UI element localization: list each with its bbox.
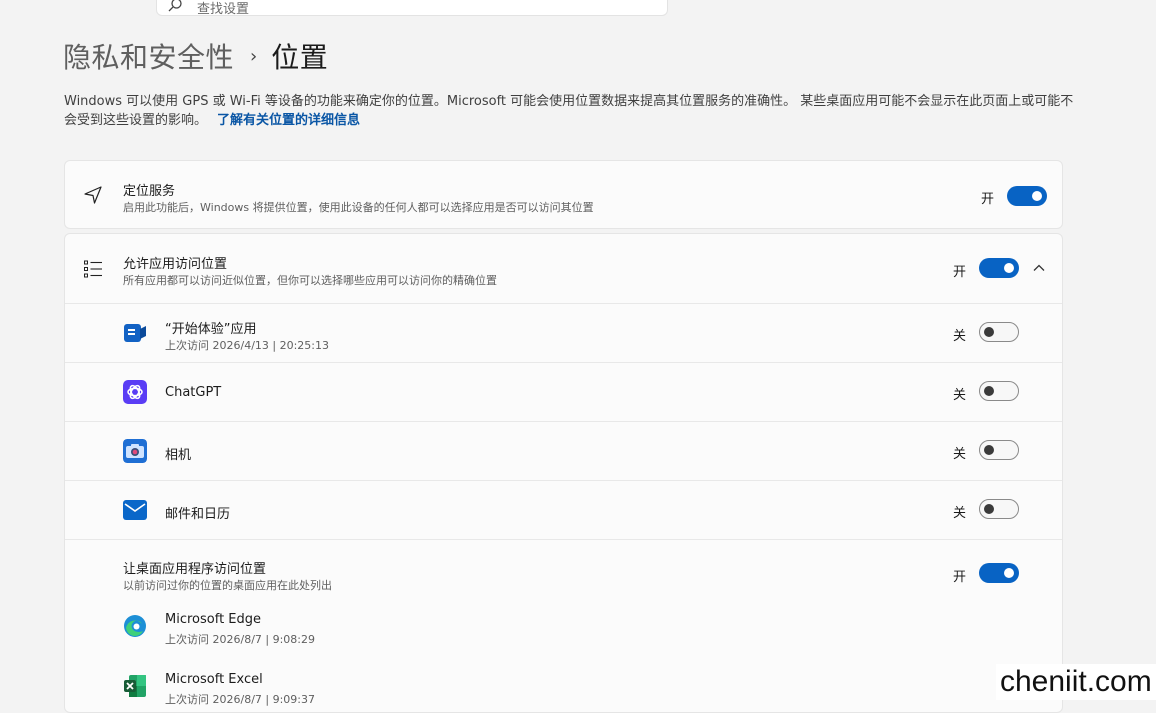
page-title: 位置 [271,41,329,74]
toggle-knob [984,445,994,455]
search-input[interactable]: 查找设置 [156,0,668,17]
desktop-access-header: 让桌面应用程序访问位置 以前访问过你的位置的桌面应用在此处列出 开 [65,540,1062,598]
excel-icon [124,675,146,697]
desktop-app-row: Microsoft Edge 上次访问 2026/8/7 | 9:08:29 [65,604,1062,656]
desktop-access-title: 让桌面应用程序访问位置 [123,562,267,577]
mail-icon [123,500,147,520]
app-row: ChatGPT 关 [65,363,1062,421]
search-placeholder: 查找设置 [197,2,250,17]
app-last-access: 上次访问 2026/4/13 | 20:25:13 [165,339,330,352]
app-name: 相机 [165,448,192,463]
desktop-access-state: 开 [953,570,967,585]
app-name: Microsoft Excel [165,672,263,687]
location-service-title: 定位服务 [123,184,176,199]
location-service-card: 定位服务 启用此功能后，Windows 将提供位置，使用此设备的任何人都可以选择… [64,160,1063,229]
app-access-title: 允许应用访问位置 [123,257,228,272]
app-access-toggle[interactable] [979,258,1019,278]
app-name: 邮件和日历 [165,507,231,522]
app-row: 邮件和日历 关 [65,481,1062,539]
app-name: Microsoft Edge [165,612,262,627]
app-state: 关 [953,329,967,344]
desktop-app-row: Microsoft Excel 上次访问 2026/8/7 | 9:09:37 [65,664,1062,712]
search-icon [168,0,182,12]
app-access-subtitle: 所有应用都可以访问近似位置，但你可以选择哪些应用可以访问你的精确位置 [123,274,497,287]
app-row: 相机 关 [65,422,1062,480]
breadcrumb: 隐私和安全性 › 位置 [63,36,328,76]
app-state: 关 [953,388,967,403]
navigation-arrow-icon [84,186,102,204]
chatgpt-icon [123,380,147,404]
desktop-access-toggle[interactable] [979,563,1019,583]
location-service-state: 开 [981,192,995,207]
app-access-card: 允许应用访问位置 所有应用都可以访问近似位置，但你可以选择哪些应用可以访问你的精… [64,233,1063,713]
chevron-right-icon: › [250,45,258,67]
list-icon [84,260,102,278]
app-row: “开始体验”应用 上次访问 2026/4/13 | 20:25:13 关 [65,304,1062,362]
breadcrumb-parent[interactable]: 隐私和安全性 [63,36,234,76]
location-service-toggle[interactable] [1007,186,1047,206]
toggle-knob [984,504,994,514]
app-toggle-mail[interactable] [979,499,1019,519]
toggle-knob [1004,263,1014,273]
app-access-state: 开 [953,265,967,280]
app-access-header[interactable]: 允许应用访问位置 所有应用都可以访问近似位置，但你可以选择哪些应用可以访问你的精… [65,234,1062,303]
app-last-access: 上次访问 2026/8/7 | 9:09:37 [165,693,316,706]
location-service-subtitle: 启用此功能后，Windows 将提供位置，使用此设备的任何人都可以选择应用是否可… [123,201,594,214]
chevron-up-icon[interactable] [1032,261,1046,275]
learn-more-link[interactable]: 了解有关位置的详细信息 [217,113,360,128]
app-last-access: 上次访问 2026/8/7 | 9:08:29 [165,633,316,646]
camera-icon [123,439,147,463]
app-toggle-camera[interactable] [979,440,1019,460]
get-started-icon [124,324,146,342]
app-state: 关 [953,447,967,462]
app-name: “开始体验”应用 [165,322,257,337]
page-description: Windows 可以使用 GPS 或 Wi-Fi 等设备的功能来确定你的位置。M… [64,92,1074,130]
toggle-knob [984,386,994,396]
toggle-knob [1004,568,1014,578]
watermark: cheniit.com [996,664,1156,700]
app-state: 关 [953,506,967,521]
description-text: Windows 可以使用 GPS 或 Wi-Fi 等设备的功能来确定你的位置。M… [64,94,1074,128]
app-name: ChatGPT [165,385,222,400]
toggle-knob [1032,191,1042,201]
app-toggle-get-started[interactable] [979,322,1019,342]
desktop-access-subtitle: 以前访问过你的位置的桌面应用在此处列出 [123,579,332,592]
app-toggle-chatgpt[interactable] [979,381,1019,401]
edge-icon [124,615,146,637]
toggle-knob [984,327,994,337]
